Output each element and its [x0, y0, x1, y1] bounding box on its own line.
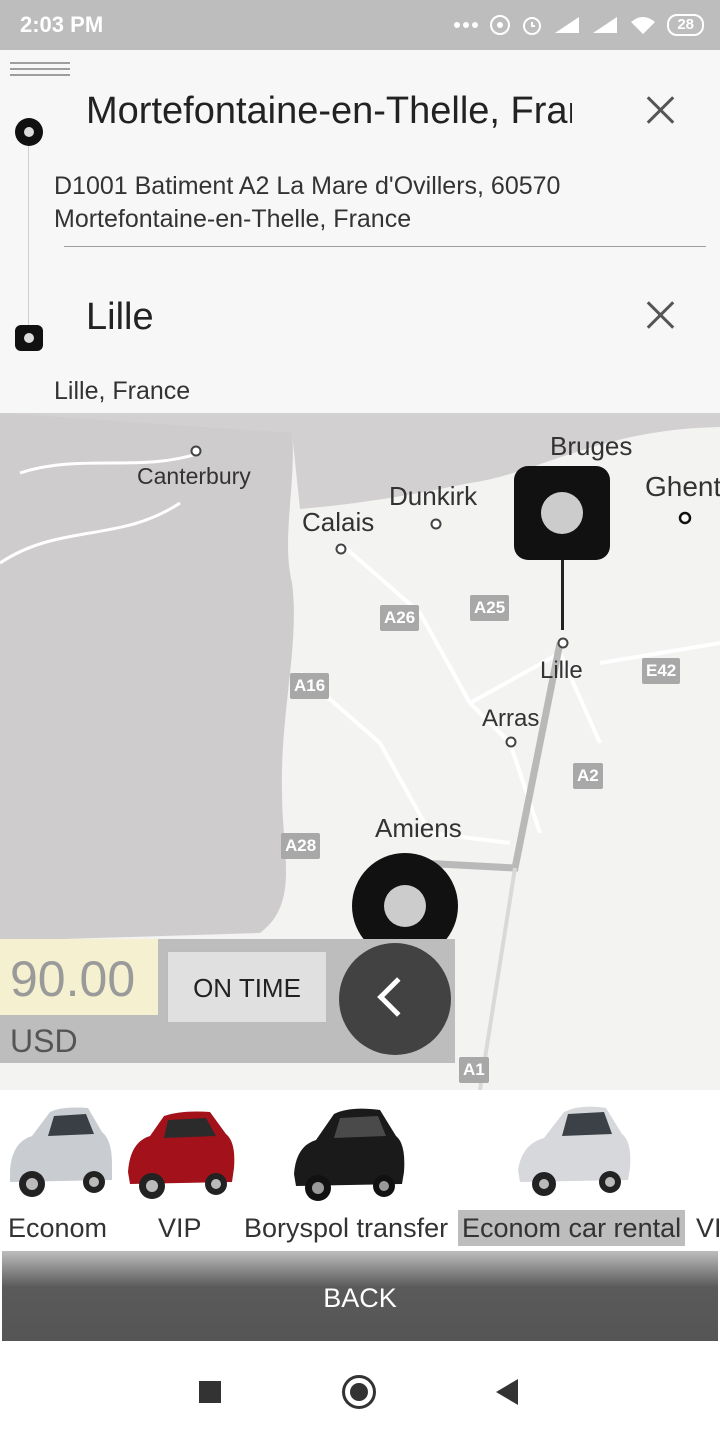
map-label-ghent: Ghent	[645, 471, 720, 502]
recents-icon[interactable]	[199, 1381, 221, 1403]
origin-input[interactable]: Mortefontaine-en-Thelle, France	[86, 90, 572, 133]
system-nav-bar	[0, 1344, 720, 1440]
map-label-lille: Lille	[540, 657, 583, 684]
collapse-button[interactable]	[339, 943, 451, 1055]
status-time: 2:03 PM	[20, 12, 104, 37]
signal-icon	[555, 17, 580, 33]
fare-amount: 90.00	[0, 939, 158, 1015]
wifi-icon	[631, 17, 656, 34]
origin-address-line1: D1001 Batiment A2 La Mare d'Ovillers, 60…	[54, 172, 561, 200]
car-image-vip	[128, 1111, 235, 1199]
nav-back-icon[interactable]	[496, 1379, 518, 1405]
map-label-amiens: Amiens	[375, 813, 462, 843]
more-dots-icon	[454, 22, 479, 28]
map-label-canterbury: Canterbury	[137, 463, 251, 489]
divider	[64, 246, 706, 247]
destination-map-pin-icon[interactable]	[514, 466, 610, 560]
signal-2-icon	[593, 17, 618, 33]
map-label-arras: Arras	[482, 705, 540, 732]
car-label-econom-car-rental: Econom car rental	[458, 1210, 686, 1246]
road-badge-a2: A2	[573, 763, 603, 789]
car-option-econom[interactable]: Econom	[0, 1090, 118, 1250]
route-connector	[28, 140, 29, 340]
origin-marker-icon	[15, 118, 43, 146]
car-option-vi[interactable]: VI	[694, 1090, 720, 1250]
car-label-vip: VIP	[158, 1213, 202, 1243]
hotspot-icon	[490, 15, 511, 35]
road-badge-e42: E42	[642, 658, 681, 684]
road-badge-a26: A26	[380, 605, 420, 631]
status-bar: 2:03 PM 28	[0, 0, 720, 50]
destination-marker-icon	[15, 325, 43, 351]
car-image-boryspol-transfer	[294, 1108, 405, 1201]
fare-currency: USD	[10, 1023, 78, 1059]
road-badge-a1: A1	[459, 1057, 489, 1083]
car-option-vip[interactable]: VIP	[118, 1090, 240, 1250]
clear-origin-button[interactable]	[640, 90, 680, 130]
alarm-icon	[523, 17, 542, 35]
battery-indicator: 28	[667, 14, 704, 36]
map-label-dunkirk: Dunkirk	[389, 481, 478, 511]
home-icon[interactable]	[342, 1375, 376, 1409]
car-option-boryspol-transfer[interactable]: Boryspol transfer	[240, 1090, 458, 1250]
road-badge-a28: A28	[281, 833, 321, 859]
origin-address: D1001 Batiment A2 La Mare d'Ovillers, 60…	[54, 170, 694, 236]
car-option-econom-car-rental[interactable]: Econom car rental	[458, 1090, 694, 1250]
route-panel: Mortefontaine-en-Thelle, France D1001 Ba…	[0, 50, 720, 413]
menu-icon[interactable]	[10, 62, 70, 80]
clear-destination-button[interactable]	[640, 295, 680, 335]
car-label-boryspol-transfer: Boryspol transfer	[244, 1213, 449, 1243]
car-label-econom: Econom	[8, 1213, 108, 1243]
destination-address: Lille, France	[54, 377, 191, 405]
car-class-list[interactable]: Econom VIP Boryspol transfer Econom car …	[0, 1090, 720, 1250]
origin-address-line2: Mortefontaine-en-Thelle, France	[54, 205, 412, 233]
road-badge-a16: A16	[290, 673, 330, 699]
car-label-vi: VI	[696, 1213, 720, 1243]
map-label-calais: Calais	[302, 507, 375, 537]
destination-input[interactable]: Lille	[86, 296, 572, 339]
destination-pin-stem	[561, 560, 564, 630]
map-label-bruges: Bruges	[550, 431, 633, 461]
status-icons: 28	[453, 10, 704, 40]
chevron-left-icon	[377, 977, 417, 1017]
car-image-econom-car-rental	[518, 1106, 631, 1196]
on-time-button[interactable]: ON TIME	[167, 951, 327, 1023]
road-badge-a25: A25	[470, 595, 510, 621]
car-image-econom	[10, 1107, 112, 1197]
back-button[interactable]: BACK	[2, 1251, 718, 1341]
